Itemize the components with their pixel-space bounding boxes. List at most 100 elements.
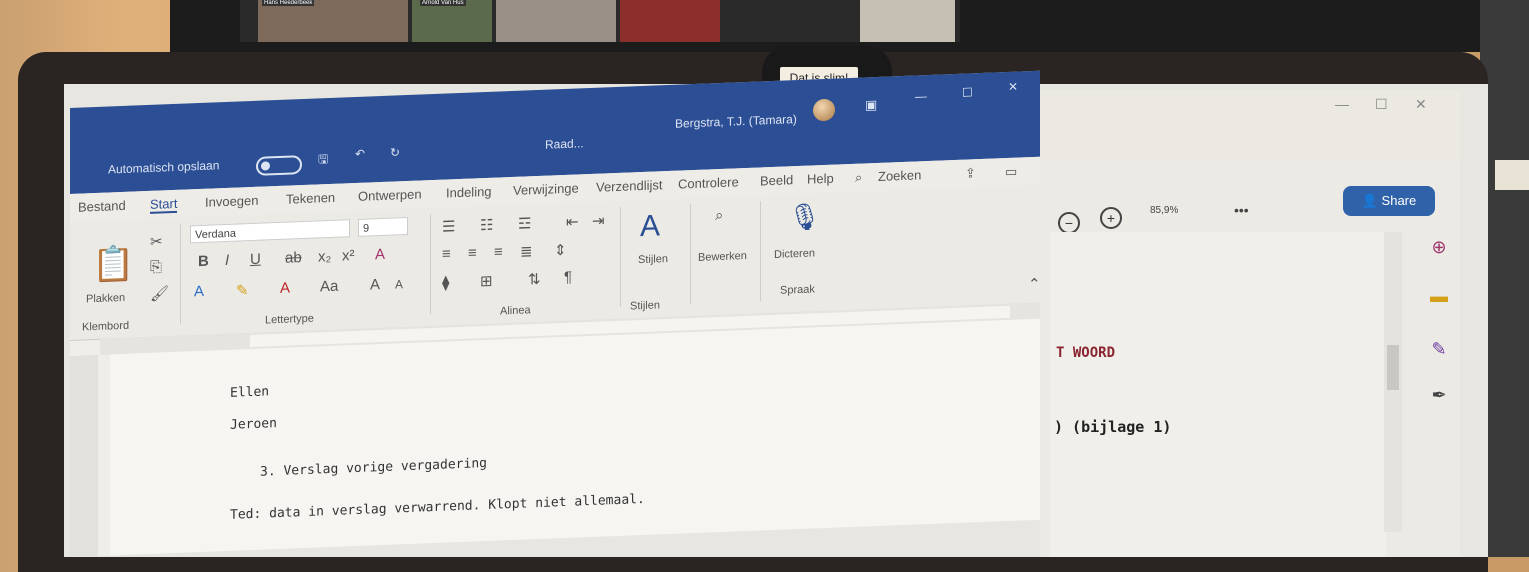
document-page[interactable]: Ellen Jeroen 3. Verslag vorige vergaderi… bbox=[110, 318, 1040, 556]
font-group-label: Lettertype bbox=[265, 312, 314, 327]
background-paper bbox=[1495, 160, 1529, 190]
clipboard-group-label: Klembord bbox=[82, 319, 130, 334]
share-icon[interactable]: ⇪ bbox=[965, 165, 976, 181]
reader-document bbox=[1050, 232, 1386, 557]
borders-icon[interactable]: ⊞ bbox=[480, 272, 493, 290]
tab-insert[interactable]: Invoegen bbox=[205, 193, 259, 210]
tab-review[interactable]: Controlere bbox=[678, 174, 739, 191]
tab-design[interactable]: Ontwerpen bbox=[358, 186, 422, 203]
search-icon[interactable]: ⌕ bbox=[855, 170, 862, 186]
tab-view[interactable]: Beeld bbox=[760, 172, 793, 188]
collapse-ribbon-icon[interactable]: ⌃ bbox=[1028, 275, 1041, 293]
align-center-icon[interactable]: ≡ bbox=[468, 244, 477, 261]
change-case-icon[interactable]: Aa bbox=[320, 278, 338, 296]
text-effects-icon[interactable]: A bbox=[194, 283, 204, 300]
pilcrow-icon[interactable]: ¶ bbox=[564, 269, 572, 286]
styles-icon[interactable]: A bbox=[640, 209, 660, 244]
autosave-label: Automatisch opslaan bbox=[108, 158, 220, 177]
styles-label[interactable]: Stijlen bbox=[638, 253, 668, 266]
decrease-indent-icon[interactable]: ⇤ bbox=[566, 212, 579, 230]
multilevel-list-icon[interactable]: ☲ bbox=[518, 214, 531, 233]
minimize-icon[interactable]: — bbox=[1335, 96, 1349, 112]
document-title: Raad... bbox=[545, 136, 584, 152]
align-right-icon[interactable]: ≡ bbox=[494, 243, 503, 260]
align-left-icon[interactable]: ≡ bbox=[442, 245, 451, 262]
comment-icon[interactable]: ▬ bbox=[1428, 285, 1450, 307]
divider bbox=[180, 223, 181, 324]
paste-label[interactable]: Plakken bbox=[86, 292, 125, 306]
maximize-icon[interactable]: ☐ bbox=[1375, 96, 1388, 113]
word-window: Automatisch opslaan 🖫 ↶ ↻ Raad... Bergst… bbox=[70, 70, 1041, 557]
format-painter-icon[interactable]: 🖌 bbox=[150, 284, 169, 303]
line-spacing-icon[interactable]: ⇕ bbox=[554, 241, 567, 259]
tab-draw[interactable]: Tekenen bbox=[286, 190, 335, 207]
shading-icon[interactable]: ⧫ bbox=[442, 273, 449, 291]
document-line: Ellen bbox=[230, 384, 270, 401]
video-tile bbox=[258, 0, 408, 42]
close-icon[interactable]: ✕ bbox=[1415, 96, 1427, 113]
tab-home[interactable]: Start bbox=[150, 195, 178, 214]
search-label[interactable]: Zoeken bbox=[878, 167, 921, 184]
font-size-select[interactable]: 9 bbox=[358, 217, 408, 237]
avatar[interactable] bbox=[813, 98, 835, 122]
undo-icon[interactable]: ↶ bbox=[355, 147, 365, 161]
zoom-in-icon[interactable]: + bbox=[1100, 207, 1122, 229]
video-call-strip: Hans Heederbeek Arnold Van Hus bbox=[240, 0, 960, 42]
bullets-icon[interactable]: ☰ bbox=[442, 217, 455, 236]
find-icon[interactable]: ⌕ bbox=[715, 207, 723, 224]
participant-name: Arnold Van Hus bbox=[420, 0, 466, 6]
share-button[interactable]: 👤 Share bbox=[1343, 186, 1435, 216]
grow-font-icon[interactable]: A bbox=[370, 276, 380, 293]
tab-file[interactable]: Bestand bbox=[78, 198, 126, 215]
comments-icon[interactable]: ▭ bbox=[1005, 164, 1017, 180]
shrink-font-icon[interactable]: A bbox=[395, 277, 403, 291]
highlight-icon[interactable]: ✎ bbox=[1428, 338, 1450, 360]
ribbon-display-icon[interactable]: ▣ bbox=[865, 97, 877, 113]
strikethrough-icon[interactable]: ab bbox=[285, 249, 302, 267]
zoom-level[interactable]: 85,9% bbox=[1150, 205, 1178, 216]
minimize-icon[interactable]: — bbox=[915, 89, 927, 103]
paste-icon[interactable]: 📋 bbox=[92, 244, 134, 286]
sort-icon[interactable]: ⇅ bbox=[528, 270, 541, 288]
bold-icon[interactable]: B bbox=[198, 253, 209, 270]
cut-icon[interactable]: ✂ bbox=[150, 232, 163, 250]
microphone-icon[interactable]: 🎙 bbox=[788, 201, 821, 233]
tab-help[interactable]: Help bbox=[807, 171, 834, 187]
zoom-search-icon[interactable]: ⊕ bbox=[1428, 236, 1450, 258]
document-line: Ted: data in verslag verwarrend. Klopt n… bbox=[230, 491, 645, 523]
edit-label[interactable]: Bewerken bbox=[698, 250, 747, 264]
video-tile bbox=[620, 0, 720, 42]
subscript-icon[interactable]: x₂ bbox=[318, 248, 331, 266]
share-label: Share bbox=[1381, 193, 1417, 208]
superscript-icon[interactable]: x² bbox=[342, 247, 355, 264]
document-line: Jeroen bbox=[230, 416, 277, 433]
scrollbar-thumb[interactable] bbox=[1387, 345, 1399, 390]
underline-icon[interactable]: U bbox=[250, 251, 261, 268]
italic-icon[interactable]: I bbox=[225, 252, 229, 269]
numbering-icon[interactable]: ☷ bbox=[480, 216, 493, 235]
maximize-icon[interactable]: ☐ bbox=[962, 85, 973, 99]
zoom-out-icon[interactable]: − bbox=[1058, 212, 1080, 234]
copy-icon[interactable]: ⎘ bbox=[150, 258, 162, 275]
justify-icon[interactable]: ≣ bbox=[520, 242, 533, 260]
redo-icon[interactable]: ↻ bbox=[390, 145, 400, 159]
participant-name: Hans Heederbeek bbox=[262, 0, 315, 6]
font-color-icon[interactable]: A bbox=[280, 280, 290, 297]
tab-references[interactable]: Verwijzinge bbox=[513, 180, 579, 198]
sign-icon[interactable]: ✒ bbox=[1428, 384, 1450, 406]
tab-mailings[interactable]: Verzendlijst bbox=[596, 177, 662, 195]
user-name: Bergstra, T.J. (Tamara) bbox=[675, 112, 797, 131]
font-name-select[interactable]: Verdana bbox=[190, 219, 350, 244]
paragraph-group-label: Alinea bbox=[500, 304, 531, 318]
video-tile bbox=[860, 0, 955, 42]
more-options-icon[interactable]: ••• bbox=[1234, 202, 1249, 218]
increase-indent-icon[interactable]: ⇥ bbox=[592, 211, 605, 229]
dictate-label[interactable]: Dicteren bbox=[774, 247, 815, 261]
save-icon[interactable]: 🖫 bbox=[318, 150, 328, 171]
highlight-icon[interactable]: ✎ bbox=[236, 281, 249, 299]
tab-layout[interactable]: Indeling bbox=[446, 184, 492, 201]
autosave-toggle[interactable] bbox=[256, 155, 302, 176]
clear-formatting-icon[interactable]: A bbox=[375, 246, 385, 263]
divider bbox=[620, 206, 621, 307]
close-icon[interactable]: ✕ bbox=[1008, 80, 1018, 94]
